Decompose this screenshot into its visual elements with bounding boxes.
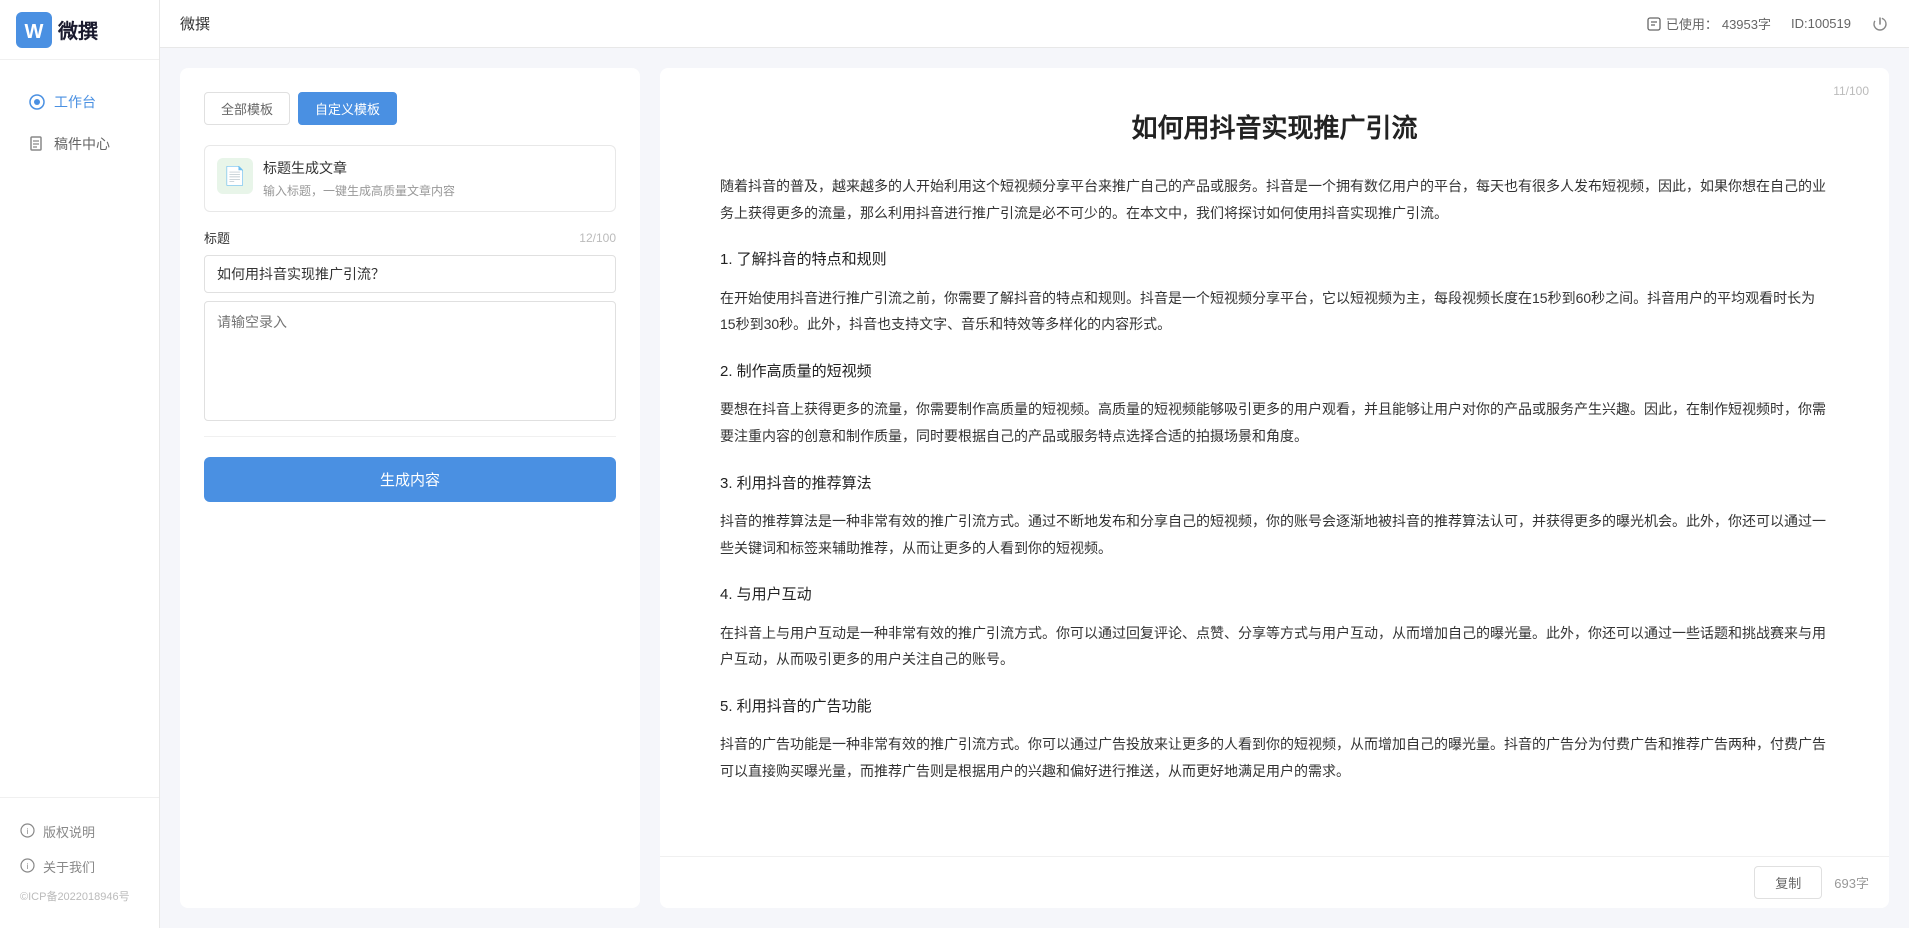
right-panel: 11/100 如何用抖音实现推广引流 随着抖音的普及，越来越多的人开始利用这个短… (660, 68, 1889, 908)
header-id: ID:100519 (1791, 16, 1851, 31)
file-icon (28, 135, 46, 153)
section-heading-5: 5. 利用抖音的广告功能 (720, 693, 1829, 722)
word-count: 693字 (1834, 873, 1869, 892)
app-name: 微撰 (58, 15, 98, 44)
sidebar-bottom: i 版权说明 i 关于我们 ©ICP备2022018946号 (0, 797, 159, 928)
keywords-textarea[interactable] (204, 301, 616, 421)
content-area: 全部模板 自定义模板 📄 标题生成文章 输入标题，一键生成高质量文章内容 标题 … (160, 48, 1909, 928)
article-para-1: 在开始使用抖音进行推广引流之前，你需要了解抖音的特点和规则。抖音是一个短视频分享… (720, 285, 1829, 338)
article-para-5: 抖音的广告功能是一种非常有效的推广引流方式。你可以通过广告投放来让更多的人看到你… (720, 731, 1829, 784)
section-heading-4: 4. 与用户互动 (720, 581, 1829, 610)
article-para-2: 要想在抖音上获得更多的流量，你需要制作高质量的短视频。高质量的短视频能够吸引更多… (720, 396, 1829, 449)
home-icon (28, 93, 46, 111)
database-icon (1646, 16, 1662, 32)
template-name: 标题生成文章 (263, 158, 455, 178)
header-usage: 已使用： 43953字 (1646, 14, 1771, 33)
icp-text: ©ICP备2022018946号 (0, 884, 159, 912)
copyright-label: 版权说明 (43, 822, 95, 841)
sidebar-nav: 工作台 稿件中心 (0, 60, 159, 797)
article-intro: 随着抖音的普及，越来越多的人开始利用这个短视频分享平台来推广自己的产品或服务。抖… (720, 173, 1829, 226)
section-heading-1: 1. 了解抖音的特点和规则 (720, 246, 1829, 275)
page-count: 11/100 (1833, 84, 1869, 98)
svg-text:i: i (27, 862, 29, 871)
logo-icon: W (16, 12, 52, 48)
svg-text:W: W (25, 21, 44, 43)
header-right: 已使用： 43953字 ID:100519 (1646, 14, 1889, 33)
main-area: 微撰 已使用： 43953字 ID:100519 (160, 0, 1909, 928)
power-icon[interactable] (1871, 15, 1889, 33)
template-icon: 📄 (217, 158, 253, 194)
copy-button[interactable]: 复制 (1754, 866, 1822, 899)
about-label: 关于我们 (43, 857, 95, 876)
usage-count: 43953字 (1722, 14, 1771, 33)
sidebar-logo: W 微撰 (0, 0, 159, 60)
sidebar-item-workbench-label: 工作台 (54, 92, 96, 112)
title-label: 标题 (204, 228, 230, 247)
generate-button[interactable]: 生成内容 (204, 457, 616, 502)
sidebar-item-workbench[interactable]: 工作台 (8, 82, 151, 122)
tab-custom-templates[interactable]: 自定义模板 (298, 92, 397, 125)
template-tabs: 全部模板 自定义模板 (204, 92, 616, 125)
svg-text:i: i (27, 827, 29, 836)
sidebar-item-copyright[interactable]: i 版权说明 (0, 814, 159, 849)
article-para-4: 在抖音上与用户互动是一种非常有效的推广引流方式。你可以通过回复评论、点赞、分享等… (720, 620, 1829, 673)
article-content: 如何用抖音实现推广引流 随着抖音的普及，越来越多的人开始利用这个短视频分享平台来… (660, 68, 1889, 908)
form-section: 标题 12/100 生成内容 (204, 228, 616, 884)
title-counter: 12/100 (579, 231, 616, 245)
header: 微撰 已使用： 43953字 ID:100519 (160, 0, 1909, 48)
form-divider (204, 436, 616, 437)
tab-all-templates[interactable]: 全部模板 (204, 92, 290, 125)
usage-label: 已使用： (1666, 14, 1718, 33)
sidebar-item-about[interactable]: i 关于我们 (0, 849, 159, 884)
sidebar-item-drafts-label: 稿件中心 (54, 134, 110, 154)
title-input[interactable] (204, 255, 616, 293)
header-title: 微撰 (180, 13, 210, 34)
article-para-3: 抖音的推荐算法是一种非常有效的推广引流方式。通过不断地发布和分享自己的短视频，你… (720, 508, 1829, 561)
template-info: 标题生成文章 输入标题，一键生成高质量文章内容 (263, 158, 455, 199)
section-heading-3: 3. 利用抖音的推荐算法 (720, 470, 1829, 499)
left-panel: 全部模板 自定义模板 📄 标题生成文章 输入标题，一键生成高质量文章内容 标题 … (180, 68, 640, 908)
circle-info-icon: i (20, 858, 35, 876)
article-body: 随着抖音的普及，越来越多的人开始利用这个短视频分享平台来推广自己的产品或服务。抖… (720, 173, 1829, 785)
section-heading-2: 2. 制作高质量的短视频 (720, 358, 1829, 387)
sidebar: W 微撰 工作台 稿件中心 (0, 0, 160, 928)
article-footer: 复制 693字 (660, 856, 1889, 908)
template-card[interactable]: 📄 标题生成文章 输入标题，一键生成高质量文章内容 (204, 145, 616, 212)
title-label-row: 标题 12/100 (204, 228, 616, 247)
info-icon: i (20, 823, 35, 841)
template-desc: 输入标题，一键生成高质量文章内容 (263, 182, 455, 199)
article-title: 如何用抖音实现推广引流 (720, 108, 1829, 145)
sidebar-item-drafts[interactable]: 稿件中心 (8, 124, 151, 164)
